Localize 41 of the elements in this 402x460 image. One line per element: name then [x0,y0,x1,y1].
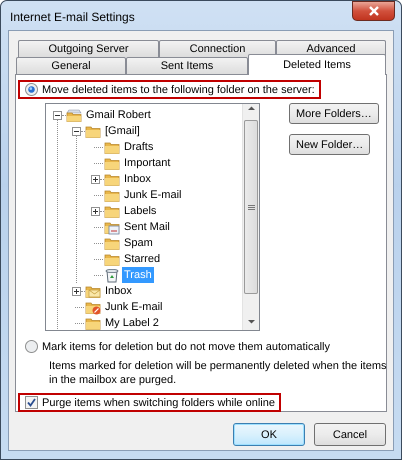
folder-item[interactable]: Inbox [122,171,153,187]
tab[interactable]: Connection [159,40,276,57]
collapse-icon[interactable] [53,110,62,120]
expand-icon[interactable] [91,174,100,184]
radio-button[interactable] [25,340,38,353]
folder-item[interactable]: Sent Mail [122,219,172,235]
checkbox[interactable] [25,396,38,409]
folder-item[interactable]: Junk E-mail [103,299,164,315]
folder-item[interactable]: Junk E-mail [122,187,184,203]
checkbox-label[interactable]: Purge items when switching folders while online [42,396,275,408]
grip-icon [248,204,254,210]
dialog-button[interactable]: More Folders… [289,103,379,124]
tab[interactable]: General [16,57,126,74]
folder-item[interactable]: Important [122,155,172,171]
folder-item[interactable]: Inbox [103,283,134,299]
expand-icon[interactable] [91,206,100,216]
close-button[interactable] [352,1,395,21]
folder-item[interactable]: Starred [122,251,162,267]
folder-item[interactable]: My Label 2 [103,315,161,330]
tab[interactable]: Sent Items [126,57,248,74]
folder-item[interactable]: Gmail Robert [84,107,153,123]
option-label[interactable]: Move deleted items to the following folder on the server: [42,84,315,96]
dialog-button[interactable]: Cancel [314,423,386,446]
folder-item[interactable]: Labels [122,203,158,219]
dialog-button[interactable]: OK [233,423,305,446]
collapse-icon[interactable] [72,126,81,136]
option-label[interactable]: Mark items for deletion but do not move them automatically [42,340,330,352]
radio-button[interactable] [25,83,38,96]
note-text: Items marked for deletion will be permanently deleted when the items in the mailbox are purged. [49,359,388,387]
mailbox-icon [66,107,82,123]
scrollbar-thumb[interactable] [244,120,258,294]
window-title: Internet E-mail Settings [9,8,135,24]
expand-icon[interactable] [72,286,81,296]
tab[interactable]: Outgoing Server [18,40,159,57]
dialog-button[interactable]: New Folder… [289,134,370,155]
folder-item[interactable]: Drafts [122,139,156,155]
close-icon [368,5,380,17]
tab[interactable]: Deleted Items [248,54,386,75]
folder-item[interactable]: Spam [122,235,155,251]
folder-item[interactable]: [Gmail] [103,123,142,139]
recycle-bin-icon [104,267,120,283]
